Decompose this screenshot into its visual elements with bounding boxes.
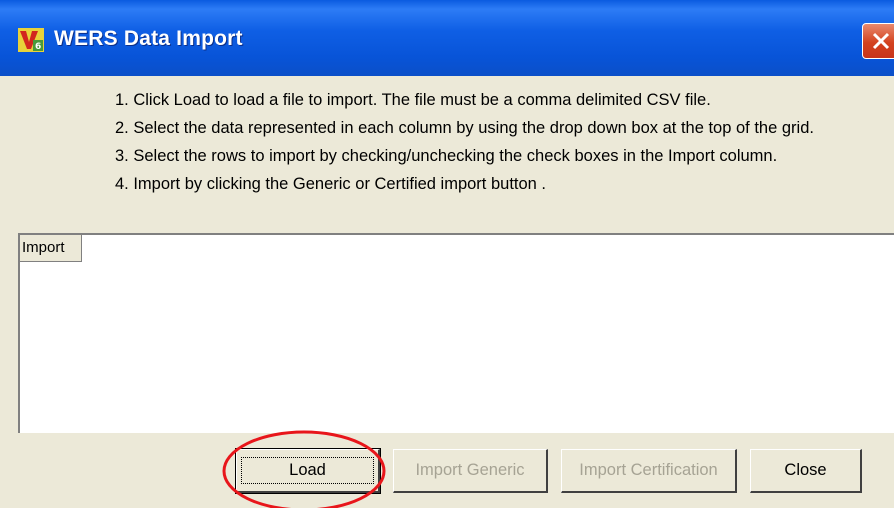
import-certification-button[interactable]: Import Certification xyxy=(561,449,737,493)
instruction-line: 2. Select the data represented in each c… xyxy=(115,119,814,137)
app-logo-icon: 6 xyxy=(18,28,44,52)
instruction-line: 1. Click Load to load a file to import. … xyxy=(115,91,711,109)
import-grid[interactable]: Import xyxy=(18,233,894,433)
window-title: WERS Data Import xyxy=(54,27,243,50)
instruction-line: 3. Select the rows to import by checking… xyxy=(115,147,778,165)
svg-text:6: 6 xyxy=(35,42,41,52)
title-bar[interactable]: 6 WERS Data Import xyxy=(0,0,894,76)
close-icon xyxy=(872,32,890,50)
column-header-import[interactable]: Import xyxy=(20,235,82,262)
load-button[interactable]: Load xyxy=(235,448,381,494)
instructions-list: 1. Click Load to load a file to import. … xyxy=(115,86,814,198)
window-close-button[interactable] xyxy=(862,23,894,59)
instruction-line: 4. Import by clicking the Generic or Cer… xyxy=(115,175,547,193)
load-button-label: Load xyxy=(241,457,374,484)
close-button[interactable]: Close xyxy=(750,449,862,493)
wers-data-import-window: 6 WERS Data Import 1. Click Load to load… xyxy=(0,0,894,508)
import-generic-button[interactable]: Import Generic xyxy=(393,449,548,493)
